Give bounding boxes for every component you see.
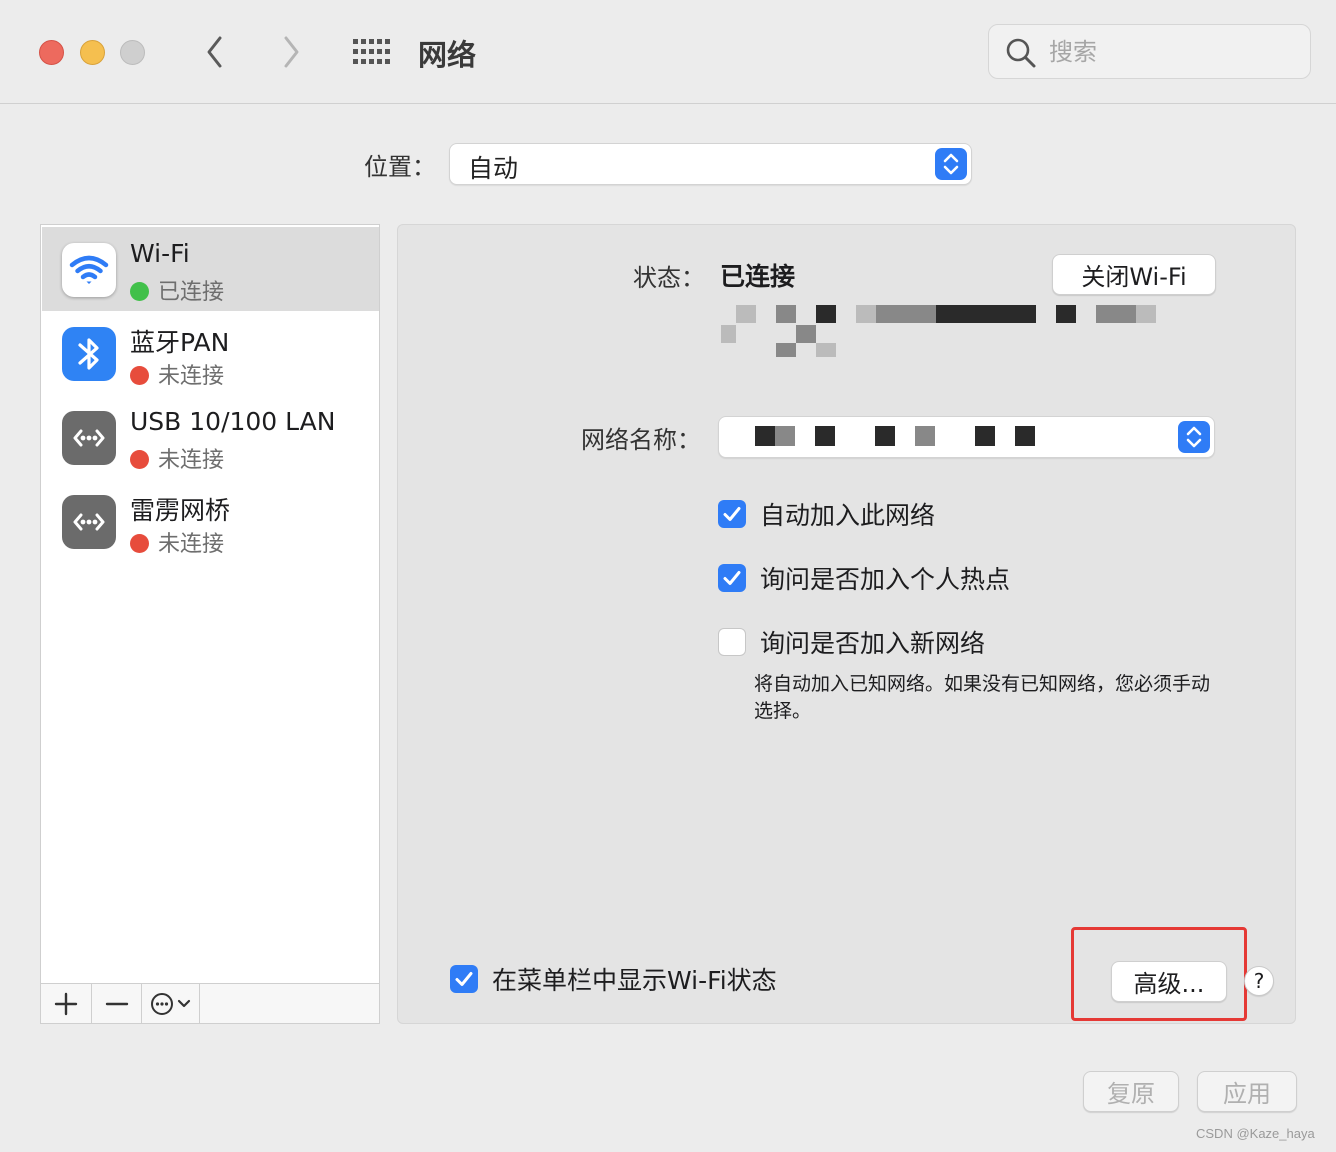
show-in-menubar-checkbox[interactable]: [450, 965, 478, 993]
checkmark-icon: [455, 972, 473, 986]
updown-stepper-icon: [1178, 421, 1210, 453]
ethernet-icon: [62, 411, 116, 465]
connected-status-dot: [130, 282, 149, 301]
show-in-menubar-label: 在菜单栏中显示Wi-Fi状态: [492, 966, 777, 995]
checkmark-icon: [723, 571, 741, 585]
wifi-detail-panel: 状态： 已连接 关闭Wi-Fi 网络名称： 自动加入此网络 询问是否加入个人热点…: [397, 224, 1296, 1024]
service-status: 未连接: [158, 448, 225, 473]
search-input[interactable]: [1049, 34, 1289, 70]
service-list: Wi-Fi 已连接 蓝牙PAN 未连接 USB 10/100 LAN 未连接 雷…: [40, 224, 380, 1024]
status-value: 已连接: [720, 262, 796, 291]
ask-new-network-label: 询问是否加入新网络: [760, 629, 986, 658]
close-window-button[interactable]: [39, 40, 64, 65]
advanced-button[interactable]: 高级...: [1111, 961, 1227, 1002]
service-item-thunderbolt-bridge[interactable]: 雷雳网桥 未连接: [42, 479, 379, 563]
service-actions-menu-button[interactable]: [142, 984, 200, 1024]
ask-hotspot-checkbox[interactable]: [718, 564, 746, 592]
revert-button[interactable]: 复原: [1083, 1071, 1179, 1112]
service-status: 已连接: [158, 280, 225, 305]
show-all-button[interactable]: [351, 37, 391, 67]
bluetooth-icon: [62, 327, 116, 381]
service-name: 雷雳网桥: [130, 496, 231, 525]
forward-button[interactable]: [276, 32, 306, 72]
service-item-wifi[interactable]: Wi-Fi 已连接: [42, 227, 379, 311]
watermark-text: CSDN @Kaze_haya: [1196, 1126, 1315, 1141]
service-name: USB 10/100 LAN: [130, 407, 336, 436]
back-button[interactable]: [200, 32, 230, 72]
minus-icon: [105, 1002, 128, 1006]
more-options-icon: [150, 993, 190, 1015]
disconnected-status-dot: [130, 366, 149, 385]
checkmark-icon: [723, 507, 741, 521]
location-select[interactable]: 自动: [449, 143, 972, 185]
remove-service-button[interactable]: [92, 984, 142, 1024]
auto-join-checkbox[interactable]: [718, 500, 746, 528]
service-status: 未连接: [158, 364, 225, 389]
service-status: 未连接: [158, 532, 225, 557]
add-service-button[interactable]: [41, 984, 92, 1024]
service-name: 蓝牙PAN: [130, 328, 230, 357]
apply-button[interactable]: 应用: [1197, 1071, 1297, 1112]
location-value: 自动: [468, 154, 519, 183]
wifi-icon: [62, 243, 116, 297]
service-item-usb-lan[interactable]: USB 10/100 LAN 未连接: [42, 395, 379, 479]
window-titlebar: 网络: [0, 0, 1336, 104]
chevron-left-icon: [207, 36, 222, 68]
network-name-select[interactable]: [718, 416, 1215, 458]
search-icon: [1006, 38, 1036, 68]
ethernet-icon: [62, 495, 116, 549]
window-title: 网络: [418, 38, 477, 72]
auto-join-label: 自动加入此网络: [760, 501, 936, 530]
chevron-right-icon: [284, 36, 299, 68]
plus-icon: [54, 992, 78, 1016]
search-field[interactable]: [988, 24, 1311, 79]
disconnected-status-dot: [130, 450, 149, 469]
zoom-window-button[interactable]: [120, 40, 145, 65]
location-label: 位置：: [364, 153, 436, 181]
ask-new-network-checkbox[interactable]: [718, 628, 746, 656]
status-label: 状态：: [633, 264, 705, 292]
service-item-bluetooth-pan[interactable]: 蓝牙PAN 未连接: [42, 311, 379, 395]
minimize-window-button[interactable]: [80, 40, 105, 65]
help-button[interactable]: ?: [1244, 966, 1274, 996]
ask-new-network-hint: 将自动加入已知网络。如果没有已知网络，您必须手动选择。: [754, 673, 1211, 722]
updown-stepper-icon: [935, 148, 967, 180]
service-name: Wi-Fi: [130, 239, 190, 268]
turn-off-wifi-button[interactable]: 关闭Wi-Fi: [1052, 254, 1216, 295]
grid-icon: [353, 39, 390, 64]
disconnected-status-dot: [130, 534, 149, 553]
ask-hotspot-label: 询问是否加入个人热点: [760, 565, 1011, 594]
service-list-toolbar: [41, 983, 379, 1024]
network-name-label: 网络名称：: [581, 426, 701, 454]
